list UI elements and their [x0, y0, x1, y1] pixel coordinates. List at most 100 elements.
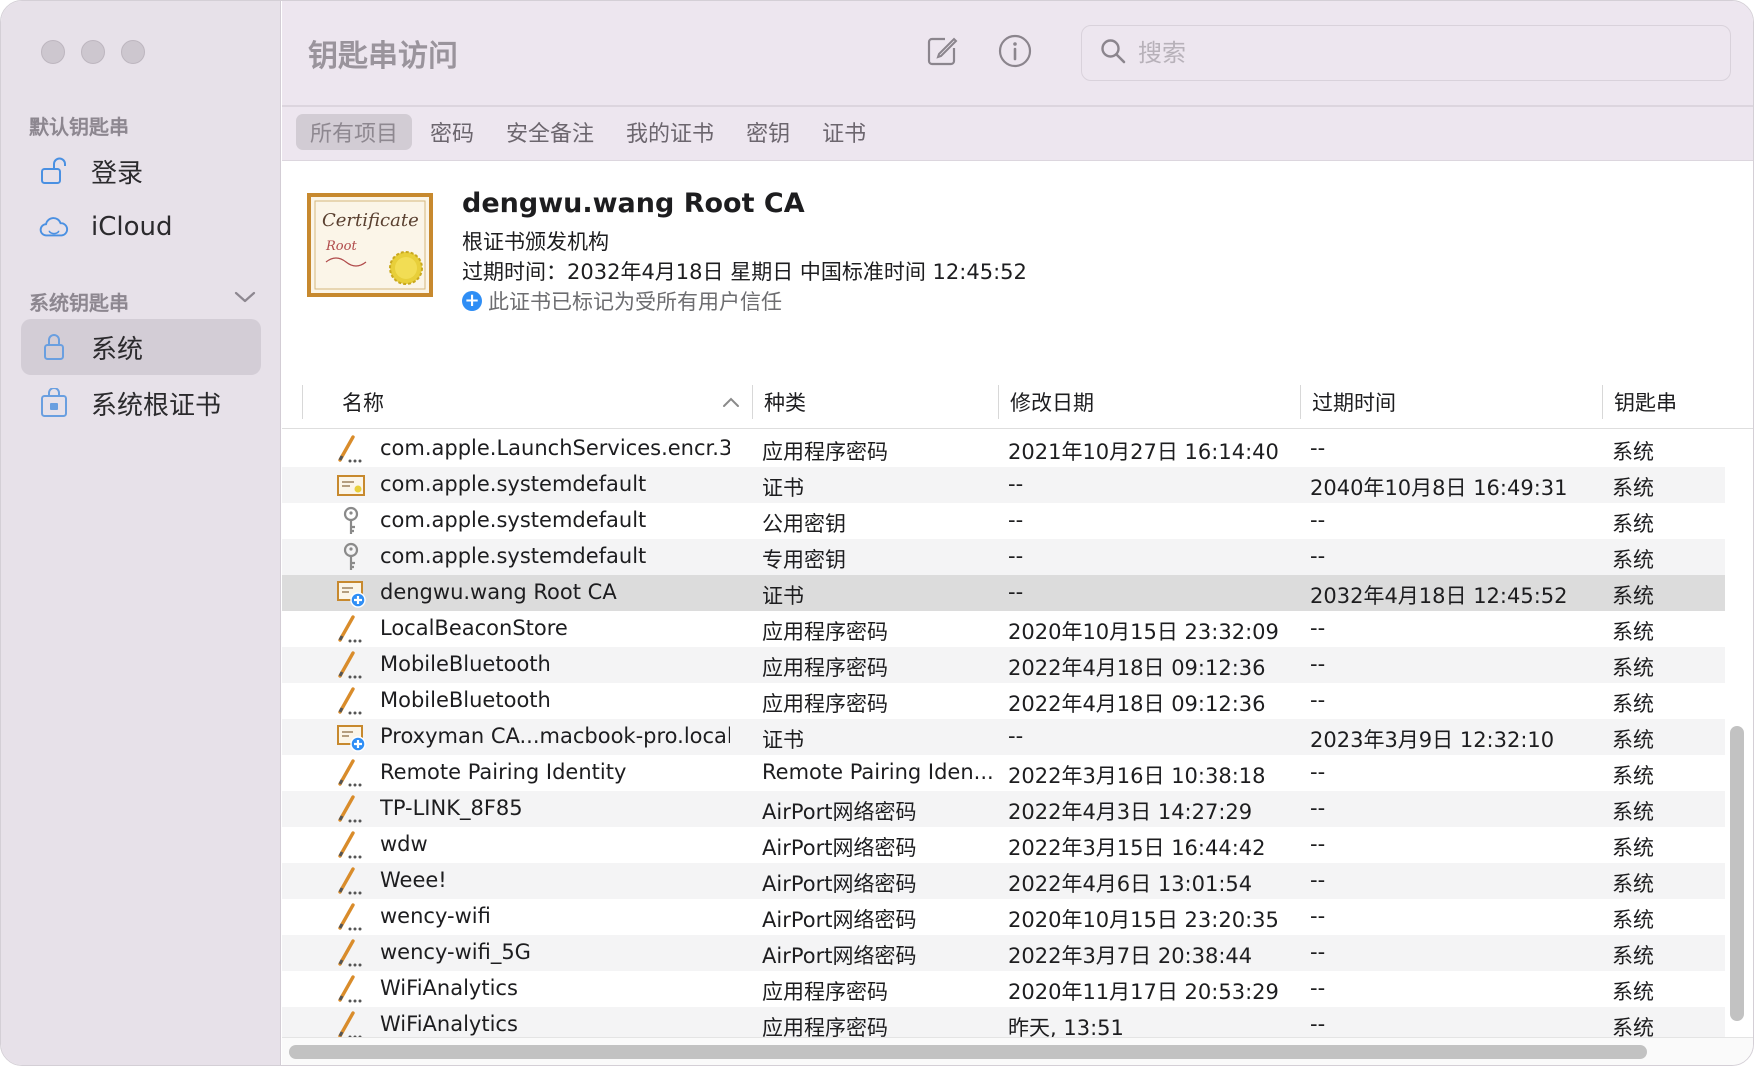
table-row[interactable]: MobileBluetooth 应用程序密码 2022年4月18日 09:12:…	[282, 683, 1725, 719]
row-name: TP-LINK_8F85	[380, 796, 523, 820]
password-icon	[336, 650, 366, 680]
sidebar-item-label: 系统	[91, 334, 144, 365]
column-header-name[interactable]: 名称	[342, 387, 384, 417]
unlock-icon	[39, 156, 69, 186]
table-row[interactable]: wency-wifi_5G AirPort网络密码 2022年3月7日 20:3…	[282, 935, 1725, 971]
minimize-window-button[interactable]	[81, 40, 105, 64]
row-modified: 昨天, 13:51	[1008, 1016, 1124, 1037]
sidebar-item-system[interactable]: 系统	[21, 319, 261, 375]
table-row[interactable]: Proxyman CA...macbook-pro.local) 证书 -- 2…	[282, 719, 1725, 755]
row-modified: --	[1008, 472, 1024, 496]
sidebar-item-icloud[interactable]: iCloud	[21, 199, 261, 255]
password-icon	[336, 830, 366, 860]
row-kind: AirPort网络密码	[762, 800, 917, 824]
item-kind: 根证书颁发机构	[462, 230, 609, 254]
column-divider	[302, 385, 303, 419]
search-field[interactable]	[1081, 25, 1731, 81]
row-modified: 2020年11月17日 20:53:29	[1008, 980, 1279, 1004]
row-name: WiFiAnalytics	[380, 1012, 518, 1036]
column-header-expires[interactable]: 过期时间	[1312, 387, 1396, 417]
row-kind: Remote Pairing Iden...	[762, 760, 992, 784]
row-name: dengwu.wang Root CA	[380, 580, 617, 604]
column-header-keychain[interactable]: 钥匙串	[1614, 387, 1677, 417]
table-row[interactable]: Weee! AirPort网络密码 2022年4月6日 13:01:54 -- …	[282, 863, 1725, 899]
svg-text:Root: Root	[325, 239, 357, 254]
table-row[interactable]: MobileBluetooth 应用程序密码 2022年4月18日 09:12:…	[282, 647, 1725, 683]
row-keychain: 系统	[1612, 656, 1654, 680]
table-row-selected[interactable]: dengwu.wang Root CA 证书 -- 2032年4月18日 12:…	[282, 575, 1725, 611]
horizontal-scrollbar[interactable]	[289, 1045, 1647, 1059]
trust-text: 此证书已标记为受所有用户信任	[488, 290, 782, 314]
certificate-icon	[336, 470, 366, 500]
sidebar-item-label: 登录	[91, 158, 144, 189]
row-name: com.apple.systemdefault	[380, 544, 647, 568]
chevron-down-icon[interactable]	[233, 289, 257, 309]
plus-circle-icon: +	[462, 291, 482, 311]
row-expires: 2023年3月9日 12:32:10	[1310, 728, 1555, 752]
row-kind: 应用程序密码	[762, 980, 888, 1004]
row-name: com.apple.systemdefault	[380, 472, 647, 496]
row-keychain: 系统	[1612, 476, 1654, 500]
row-modified: 2020年10月15日 23:20:35	[1008, 908, 1279, 932]
table-row[interactable]: com.apple.systemdefault 公用密钥 -- -- 系统	[282, 503, 1725, 539]
zoom-window-button[interactable]	[121, 40, 145, 64]
sidebar-section-system: 系统钥匙串	[29, 291, 129, 315]
table-row[interactable]: Remote Pairing Identity Remote Pairing I…	[282, 755, 1725, 791]
column-divider	[998, 385, 999, 419]
tab-keys[interactable]: 密钥	[732, 114, 804, 150]
vertical-scrollbar[interactable]	[1730, 726, 1744, 1021]
tab-all-items[interactable]: 所有项目	[296, 114, 413, 150]
table-row[interactable]: wency-wifi AirPort网络密码 2020年10月15日 23:20…	[282, 899, 1725, 935]
compose-icon[interactable]	[922, 31, 962, 71]
tab-passwords[interactable]: 密码	[416, 114, 488, 150]
row-expires: --	[1310, 652, 1326, 676]
info-icon[interactable]	[995, 31, 1035, 71]
row-name: WiFiAnalytics	[380, 976, 518, 1000]
row-name: wdw	[380, 832, 428, 856]
table-row[interactable]: com.apple.LaunchServices.encr.3 应用程序密码 2…	[282, 431, 1725, 467]
row-modified: --	[1008, 724, 1024, 748]
row-modified: 2022年4月18日 09:12:36	[1008, 692, 1266, 716]
row-kind: AirPort网络密码	[762, 944, 917, 968]
tab-my-certificates[interactable]: 我的证书	[612, 114, 728, 150]
trusted-certificate-icon	[336, 578, 366, 608]
row-expires: --	[1310, 832, 1326, 856]
row-kind: 公用密钥	[762, 512, 846, 536]
password-icon	[336, 1010, 366, 1037]
column-header-kind[interactable]: 种类	[764, 387, 806, 417]
row-keychain: 系统	[1612, 980, 1654, 1004]
close-window-button[interactable]	[41, 40, 65, 64]
table-row[interactable]: com.apple.systemdefault 证书 -- 2040年10月8日…	[282, 467, 1725, 503]
sort-ascending-icon[interactable]	[722, 393, 740, 412]
sidebar-item-login[interactable]: 登录	[21, 143, 261, 199]
table-row[interactable]: WiFiAnalytics 应用程序密码 2020年11月17日 20:53:2…	[282, 971, 1725, 1007]
row-kind: 证书	[762, 476, 804, 500]
tab-secure-notes[interactable]: 安全备注	[492, 114, 608, 150]
row-modified: --	[1008, 544, 1024, 568]
row-expires: --	[1310, 796, 1326, 820]
table-row[interactable]: LocalBeaconStore 应用程序密码 2020年10月15日 23:3…	[282, 611, 1725, 647]
column-header-modified[interactable]: 修改日期	[1010, 387, 1094, 417]
table-row[interactable]: wdw AirPort网络密码 2022年3月15日 16:44:42 -- 系…	[282, 827, 1725, 863]
sidebar-item-system-roots[interactable]: 系统根证书	[21, 375, 261, 431]
sidebar-item-label: 系统根证书	[91, 390, 222, 421]
table-row[interactable]: TP-LINK_8F85 AirPort网络密码 2022年4月3日 14:27…	[282, 791, 1725, 827]
column-divider	[752, 385, 753, 419]
row-kind: 应用程序密码	[762, 440, 888, 464]
item-expiration: 过期时间：2032年4月18日 星期日 中国标准时间 12:45:52	[462, 260, 1027, 284]
row-keychain: 系统	[1612, 872, 1654, 896]
row-kind: 专用密钥	[762, 548, 846, 572]
certificate-icon: Certificate Root	[306, 192, 434, 298]
row-expires: --	[1310, 436, 1326, 460]
row-expires: --	[1310, 976, 1326, 1000]
row-modified: 2022年3月16日 10:38:18	[1008, 764, 1266, 788]
table-row[interactable]: WiFiAnalytics 应用程序密码 昨天, 13:51 -- 系统	[282, 1007, 1725, 1037]
search-input[interactable]	[1138, 39, 1698, 67]
row-name: Proxyman CA...macbook-pro.local)	[380, 724, 730, 748]
row-name: MobileBluetooth	[380, 652, 551, 676]
row-modified: 2020年10月15日 23:32:09	[1008, 620, 1279, 644]
table-row[interactable]: com.apple.systemdefault 专用密钥 -- -- 系统	[282, 539, 1725, 575]
row-modified: --	[1008, 580, 1024, 604]
password-icon	[336, 794, 366, 824]
tab-certificates[interactable]: 证书	[808, 114, 880, 150]
